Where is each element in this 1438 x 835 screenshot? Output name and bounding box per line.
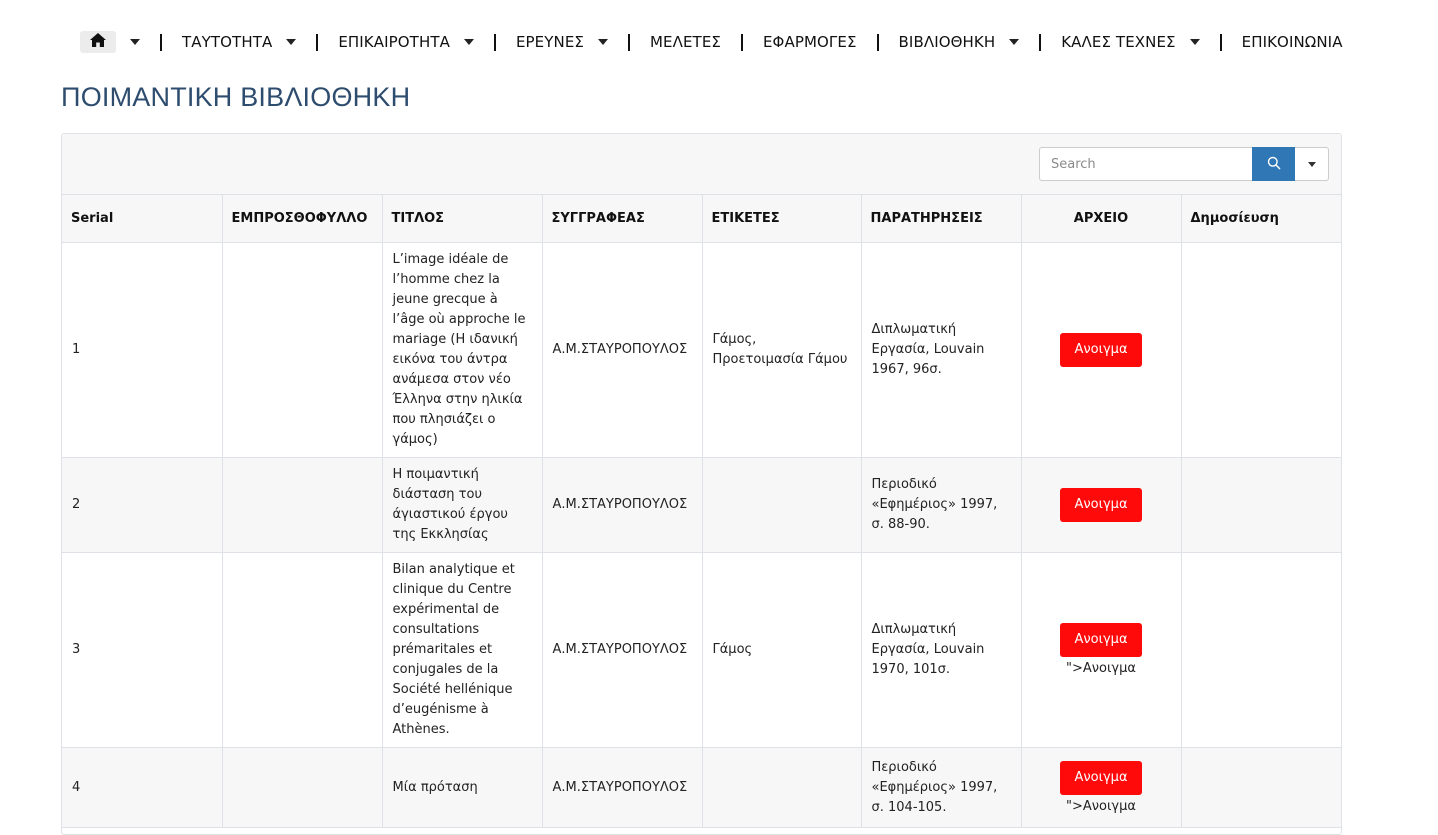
page-title: ΠΟΙΜΑΝΤΙΚΗ ΒΙΒΛΙΟΘΗΚΗ (61, 82, 411, 112)
cell-title: Μία πρόταση (382, 747, 543, 828)
nav-item-label: ΕΠΙΚΟΙΝΩΝΙΑ (1241, 33, 1343, 51)
nav-item-contact[interactable]: ΕΠΙΚΟΙΝΩΝΙΑ (1242, 28, 1343, 56)
table-row: 3 Bilan analytique et clinique du Centre… (62, 552, 1341, 748)
nav-item-studies[interactable]: ΜΕΛΕΤΕΣ (650, 28, 721, 56)
home-icon (89, 32, 107, 52)
cell-author: Α.Μ.ΣΤΑΥΡΟΠΟΥΛΟΣ (542, 747, 703, 828)
nav-separator (1039, 33, 1042, 51)
open-file-link[interactable]: ">Ανοιγμα (1032, 799, 1171, 815)
nav-item-applications[interactable]: ΕΦΑΡΜΟΓΕΣ (763, 28, 857, 56)
table-toolbar (62, 134, 1341, 195)
nav-item-label: ΚΑΛΕΣ ΤΕΧΝΕΣ (1061, 33, 1176, 51)
column-header-cover[interactable]: ΕΜΠΡΟΣΘΟΦΥΛΛΟ (222, 195, 383, 243)
cell-cover (222, 747, 383, 828)
search-icon (1267, 156, 1281, 173)
cell-cover (222, 457, 383, 553)
cell-publication (1181, 457, 1341, 553)
nav-item-label: ΒΙΒΛΙΟΘΗΚΗ (898, 33, 996, 51)
open-file-button[interactable]: Ανοιγμα (1060, 488, 1142, 522)
chevron-down-icon (1307, 161, 1316, 167)
cell-publication (1181, 747, 1341, 828)
cell-title: Bilan analytique et clinique du Centre e… (382, 552, 543, 748)
cell-notes: Περιοδικό «Εφημέριος» 1997, σ. 104-105. (861, 747, 1022, 828)
column-header-notes[interactable]: ΠΑΡΑΤΗΡΗΣΕΙΣ (861, 195, 1022, 243)
cell-serial: 1 (62, 242, 223, 458)
cell-serial: 3 (62, 552, 223, 748)
cell-notes: Διπλωματική Εργασία, Louvain 1970, 101σ. (861, 552, 1022, 748)
cell-tags (702, 457, 862, 553)
open-file-button[interactable]: Ανοιγμα (1060, 760, 1142, 795)
column-header-publication[interactable]: Δημοσίευση (1181, 195, 1341, 243)
nav-separator (1219, 33, 1222, 51)
cell-serial: 4 (62, 747, 223, 828)
nav-item-news[interactable]: ΕΠΙΚΑΙΡΟΤΗΤΑ (338, 28, 474, 56)
chevron-down-icon (598, 39, 608, 45)
library-table-panel: Serial ΕΜΠΡΟΣΘΟΦΥΛΛΟ ΤΙΤΛΟΣ ΣΥΓΓΡΑΦΕΑΣ Ε… (61, 133, 1342, 835)
nav-separator (160, 33, 162, 51)
open-file-button[interactable]: Ανοιγμα (1060, 623, 1142, 657)
nav-item-identity[interactable]: ΤΑΥΤΟΤΗΤΑ (182, 28, 297, 56)
search-input[interactable] (1039, 147, 1252, 181)
cell-notes: Διπλωματική Εργασία, Louvain 1967, 96σ. (861, 242, 1022, 458)
nav-item-research[interactable]: ΕΡΕΥΝΕΣ (516, 28, 608, 56)
nav-item-label: ΕΦΑΡΜΟΓΕΣ (762, 33, 857, 51)
table-row: 1 L’image idéale de l’homme chez la jeun… (62, 242, 1341, 458)
column-header-title[interactable]: ΤΙΤΛΟΣ (382, 195, 543, 243)
cell-cover (222, 242, 383, 458)
cell-notes: Περιοδικό «Εφημέριος» 1997, σ. 88-90. (861, 457, 1022, 553)
cell-title: L’image idéale de l’homme chez la jeune … (382, 242, 543, 458)
nav-separator (740, 33, 743, 51)
column-header-tags[interactable]: ΕΤΙΚΕΤΕΣ (702, 195, 862, 243)
cell-tags (702, 747, 862, 828)
cell-author: Α.Μ.ΣΤΑΥΡΟΠΟΥΛΟΣ (542, 457, 703, 553)
library-table: Serial ΕΜΠΡΟΣΘΟΦΥΛΛΟ ΤΙΤΛΟΣ ΣΥΓΓΡΑΦΕΑΣ Ε… (62, 195, 1341, 828)
table-row: 2 Η ποιμαντική διάσταση του άγιαστικού έ… (62, 457, 1341, 553)
columns-dropdown-button[interactable] (1295, 147, 1329, 181)
search-group (1039, 147, 1329, 181)
column-header-serial[interactable]: Serial (62, 195, 223, 243)
chevron-down-icon (1189, 39, 1200, 45)
cell-tags: Γάμος, Προετοιμασία Γάμου (702, 242, 862, 458)
cell-title: Η ποιμαντική διάσταση του άγιαστικού έργ… (382, 457, 543, 553)
nav-separator (628, 33, 630, 51)
cell-publication (1181, 242, 1341, 458)
open-file-button[interactable]: Ανοιγμα (1060, 333, 1142, 367)
nav-separator (876, 33, 879, 51)
chevron-down-icon (286, 39, 297, 45)
nav-separator (316, 33, 319, 51)
column-header-file[interactable]: ΑΡΧΕΙΟ (1021, 195, 1182, 243)
main-nav: ΤΑΥΤΟΤΗΤΑ ΕΠΙΚΑΙΡΟΤΗΤΑ ΕΡΕΥΝΕΣ ΜΕΛΕΤΕΣ Ε… (80, 28, 1343, 56)
chevron-down-icon (1009, 39, 1020, 45)
open-file-link[interactable]: ">Ανοιγμα (1032, 661, 1171, 677)
table-header-row: Serial ΕΜΠΡΟΣΘΟΦΥΛΛΟ ΤΙΤΛΟΣ ΣΥΓΓΡΑΦΕΑΣ Ε… (62, 195, 1341, 243)
nav-item-label: ΕΠΙΚΑΙΡΟΤΗΤΑ (338, 33, 450, 51)
home-button[interactable] (80, 31, 116, 53)
home-dropdown-caret-icon[interactable] (130, 39, 140, 45)
table-row: 4 Μία πρόταση Α.Μ.ΣΤΑΥΡΟΠΟΥΛΟΣ Περιοδικό… (62, 747, 1341, 828)
nav-item-fine-arts[interactable]: ΚΑΛΕΣ ΤΕΧΝΕΣ (1061, 28, 1200, 56)
cell-publication (1181, 552, 1341, 748)
cell-serial: 2 (62, 457, 223, 553)
cell-file: Ανοιγμα ">Ανοιγμα (1021, 747, 1182, 828)
cell-author: Α.Μ.ΣΤΑΥΡΟΠΟΥΛΟΣ (542, 242, 703, 458)
nav-item-label: ΤΑΥΤΟΤΗΤΑ (182, 33, 273, 51)
nav-item-label: ΕΡΕΥΝΕΣ (515, 33, 584, 51)
cell-file: Ανοιγμα (1021, 242, 1182, 458)
search-button[interactable] (1252, 147, 1295, 181)
nav-item-label: ΜΕΛΕΤΕΣ (650, 33, 721, 51)
chevron-down-icon (463, 39, 474, 45)
cell-file: Ανοιγμα (1021, 457, 1182, 553)
column-header-author[interactable]: ΣΥΓΓΡΑΦΕΑΣ (542, 195, 703, 243)
cell-cover (222, 552, 383, 748)
nav-separator (493, 33, 496, 51)
cell-file: Ανοιγμα ">Ανοιγμα (1021, 552, 1182, 748)
cell-author: Α.Μ.ΣΤΑΥΡΟΠΟΥΛΟΣ (542, 552, 703, 748)
nav-item-library[interactable]: ΒΙΒΛΙΟΘΗΚΗ (899, 28, 1020, 56)
cell-tags: Γάμος (702, 552, 862, 748)
